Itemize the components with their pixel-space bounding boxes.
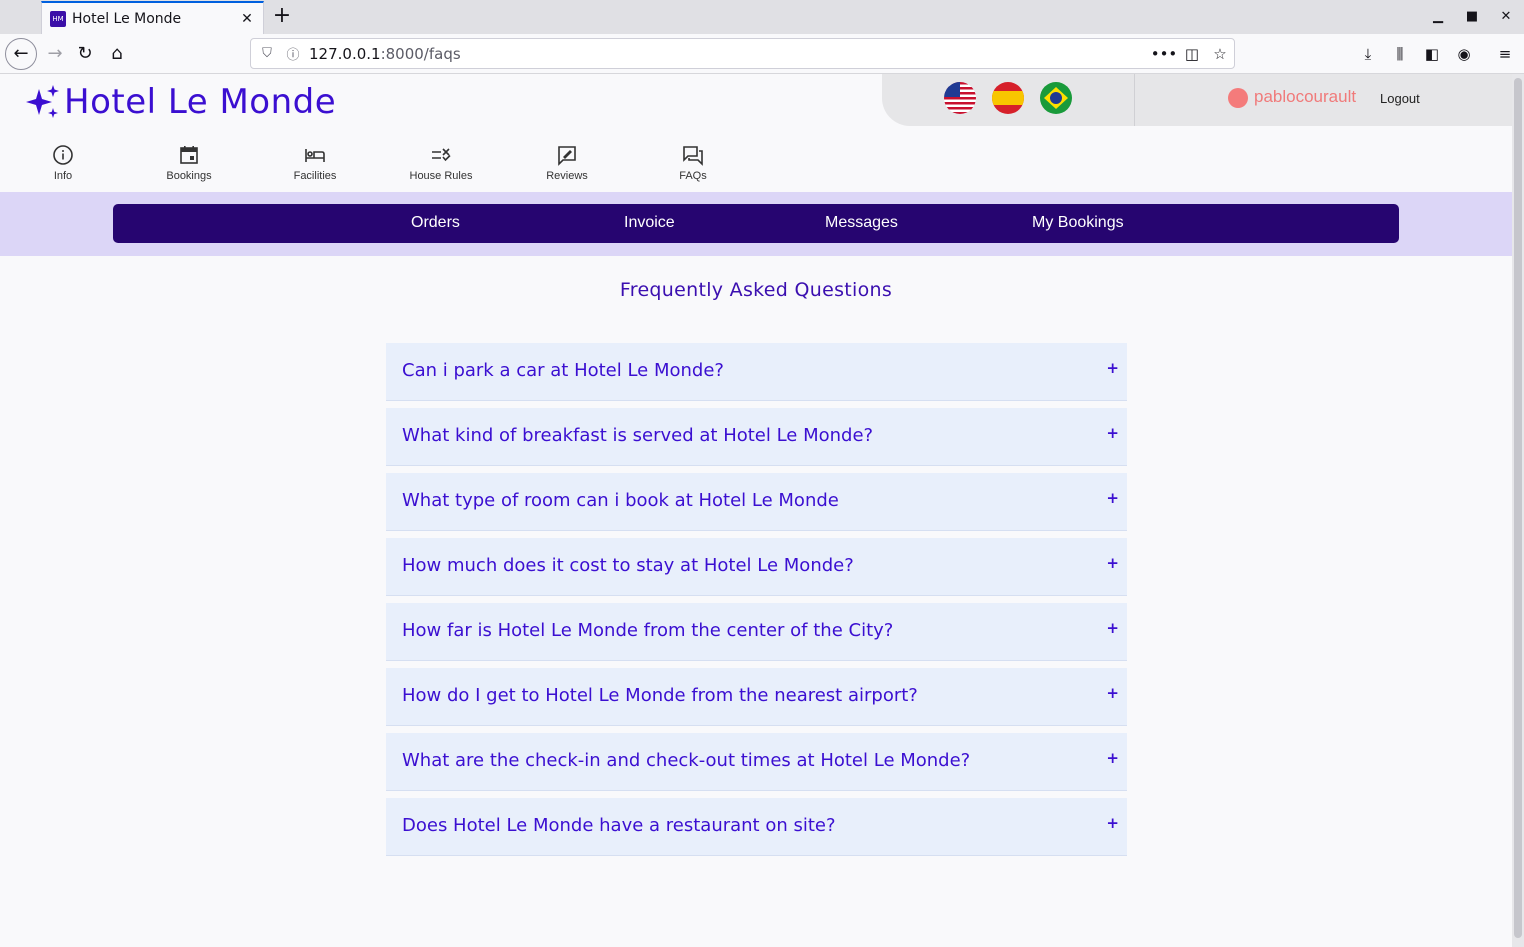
nav-label: Facilities — [293, 170, 337, 182]
sparkle-icon — [26, 85, 59, 118]
brand-name: Hotel Le Monde — [64, 82, 337, 122]
nav-label: Reviews — [546, 170, 588, 182]
language-selector — [882, 74, 1134, 126]
page-actions-icon[interactable]: ••• — [1150, 45, 1178, 63]
expand-plus-icon[interactable]: + — [1106, 554, 1119, 572]
pocket-icon[interactable]: ◫ — [1178, 45, 1206, 63]
faq-item[interactable]: What type of room can i book at Hotel Le… — [386, 473, 1127, 531]
reload-icon[interactable]: ↻ — [70, 39, 100, 69]
faq-item[interactable]: How do I get to Hotel Le Monde from the … — [386, 668, 1127, 726]
url-text[interactable]: 127.0.0.1:8000/faqs — [309, 45, 1150, 63]
window-close-icon[interactable]: ✕ — [1494, 6, 1518, 28]
expand-plus-icon[interactable]: + — [1106, 684, 1119, 702]
nav-label: Bookings — [166, 170, 212, 182]
scrollbar-thumb[interactable] — [1514, 78, 1522, 938]
page-content: Hotel Le Monde pablocourault Logout Info… — [0, 74, 1512, 947]
es-flag-icon[interactable] — [992, 82, 1024, 114]
faq-item[interactable]: Does Hotel Le Monde have a restaurant on… — [386, 798, 1127, 856]
bed-icon — [305, 149, 325, 162]
faq-question: How do I get to Hotel Le Monde from the … — [402, 685, 918, 706]
expand-plus-icon[interactable]: + — [1106, 749, 1119, 767]
nav-label: FAQs — [679, 170, 707, 182]
menu-band: Orders Invoice Messages My Bookings — [0, 192, 1512, 256]
page-title: Frequently Asked Questions — [619, 279, 893, 301]
tab-close-icon[interactable]: ✕ — [239, 11, 255, 27]
expand-plus-icon[interactable]: + — [1106, 619, 1119, 637]
nav-item-faqs[interactable]: FAQs — [643, 144, 743, 182]
maximize-icon[interactable]: ■ — [1460, 6, 1484, 28]
faq-question: How far is Hotel Le Monde from the cente… — [402, 620, 894, 641]
faq-question: What type of room can i book at Hotel Le… — [402, 490, 839, 511]
bookmark-star-icon[interactable]: ☆ — [1206, 45, 1234, 63]
calendar-icon — [180, 146, 198, 164]
nav-item-house-rules[interactable]: House Rules — [391, 144, 491, 182]
faq-item[interactable]: How much does it cost to stay at Hotel L… — [386, 538, 1127, 596]
brand-logo[interactable]: Hotel Le Monde — [24, 82, 336, 122]
main-menu: Orders Invoice Messages My Bookings — [113, 204, 1399, 243]
back-arrow-icon[interactable]: ← — [5, 38, 37, 70]
expand-plus-icon[interactable]: + — [1106, 424, 1119, 442]
library-icon[interactable]: ⫼ — [1389, 43, 1411, 65]
user-face-icon[interactable] — [1228, 88, 1248, 108]
br-flag-icon[interactable] — [1040, 82, 1072, 114]
faq-question: What are the check-in and check-out time… — [402, 750, 971, 771]
review-icon — [558, 146, 576, 166]
account-icon[interactable]: ◉ — [1453, 43, 1475, 65]
faq-item[interactable]: Can i park a car at Hotel Le Monde? + — [386, 343, 1127, 401]
menu-hamburger-icon[interactable]: ≡ — [1494, 43, 1516, 65]
nav-item-facilities[interactable]: Facilities — [265, 144, 365, 182]
menu-item-messages[interactable]: Messages — [825, 214, 898, 232]
user-panel: pablocourault Logout — [1134, 74, 1512, 126]
username-link[interactable]: pablocourault — [1254, 87, 1356, 107]
expand-plus-icon[interactable]: + — [1106, 489, 1119, 507]
tracking-shield-icon[interactable]: ⛉ — [257, 46, 277, 61]
browser-tab[interactable]: HM Hotel Le Monde ✕ — [41, 1, 264, 34]
forward-arrow-icon[interactable]: → — [40, 39, 70, 69]
info-icon — [53, 145, 73, 165]
rules-icon — [432, 148, 451, 162]
faq-question: What kind of breakfast is served at Hote… — [402, 425, 874, 446]
logout-button[interactable]: Logout — [1380, 91, 1420, 106]
url-host: 127.0.0.1 — [309, 44, 381, 63]
url-path: :8000/faqs — [380, 44, 461, 63]
browser-toolbar: ← → ↻ ⌂ ⛉ ⓘ 127.0.0.1:8000/faqs ••• ◫ ☆ … — [0, 34, 1524, 74]
faq-question: How much does it cost to stay at Hotel L… — [402, 555, 854, 576]
faq-item[interactable]: What kind of breakfast is served at Hote… — [386, 408, 1127, 466]
site-info-icon[interactable]: ⓘ — [283, 44, 303, 63]
nav-item-info[interactable]: Info — [13, 144, 113, 182]
page-scrollbar[interactable] — [1512, 74, 1524, 947]
nav-label: Info — [53, 170, 73, 182]
menu-item-invoice[interactable]: Invoice — [624, 214, 675, 232]
us-flag-icon[interactable] — [944, 82, 976, 114]
menu-item-orders[interactable]: Orders — [411, 214, 460, 232]
faq-question: Does Hotel Le Monde have a restaurant on… — [402, 815, 836, 836]
faq-item[interactable]: What are the check-in and check-out time… — [386, 733, 1127, 791]
url-bar[interactable]: ⛉ ⓘ 127.0.0.1:8000/faqs ••• ◫ ☆ — [250, 38, 1235, 69]
menu-item-my-bookings[interactable]: My Bookings — [1032, 214, 1124, 232]
faq-accordion: Can i park a car at Hotel Le Monde? + Wh… — [386, 343, 1127, 863]
tab-favicon-icon: HM — [50, 10, 66, 27]
browser-tab-strip: HM Hotel Le Monde ✕ + ▁ ■ ✕ — [0, 0, 1524, 34]
faq-item[interactable]: How far is Hotel Le Monde from the cente… — [386, 603, 1127, 661]
nav-label: House Rules — [409, 170, 473, 182]
faq-question: Can i park a car at Hotel Le Monde? — [402, 360, 724, 381]
minimize-icon[interactable]: ▁ — [1426, 6, 1450, 28]
chat-icon — [683, 146, 703, 166]
nav-item-reviews[interactable]: Reviews — [517, 144, 617, 182]
download-icon[interactable]: ⤓ — [1357, 43, 1379, 65]
expand-plus-icon[interactable]: + — [1106, 814, 1119, 832]
nav-item-bookings[interactable]: Bookings — [139, 144, 239, 182]
home-icon[interactable]: ⌂ — [102, 39, 132, 69]
tab-title: Hotel Le Monde — [72, 10, 182, 27]
expand-plus-icon[interactable]: + — [1106, 359, 1119, 377]
new-tab-icon[interactable]: + — [270, 3, 294, 29]
icon-nav: Info Bookings Facilities House Rules Rev… — [0, 144, 760, 188]
sidebar-icon[interactable]: ◧ — [1421, 43, 1443, 65]
